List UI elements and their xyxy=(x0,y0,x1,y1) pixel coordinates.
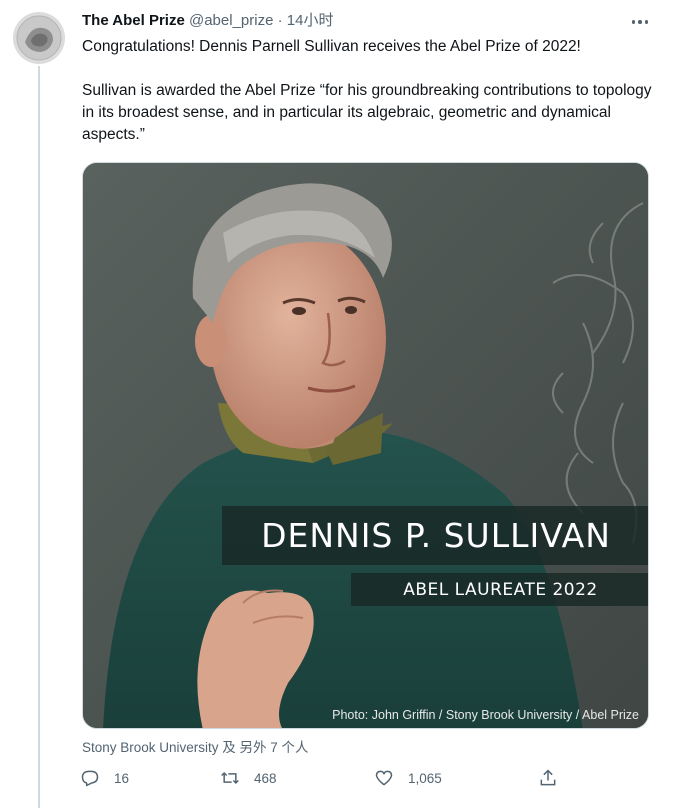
retweet-icon xyxy=(221,771,239,785)
photo-credit: Photo: John Griffin / Stony Brook Univer… xyxy=(332,708,639,722)
avatar[interactable] xyxy=(13,12,65,64)
retweet-count: 468 xyxy=(254,770,277,786)
more-icon[interactable] xyxy=(628,14,652,30)
tweet-text: Congratulations! Dennis Parnell Sullivan… xyxy=(82,36,657,146)
separator-dot: · xyxy=(277,12,283,29)
reply-icon xyxy=(81,770,99,787)
tweet-actions: 16 468 1,065 xyxy=(80,764,580,792)
share-button[interactable] xyxy=(538,764,572,792)
tweet-paragraph-2: Sullivan is awarded the Abel Prize “for … xyxy=(82,82,652,143)
retweet-button[interactable]: 468 xyxy=(220,764,277,792)
thread-line xyxy=(38,66,40,808)
name-banner: DENNIS P. SULLIVAN xyxy=(222,506,648,565)
tweet-paragraph-1: Congratulations! Dennis Parnell Sullivan… xyxy=(82,38,581,55)
author-handle[interactable]: @abel_prize xyxy=(189,12,273,29)
tagged-people-link[interactable]: Stony Brook University 及 另外 7 个人 xyxy=(82,736,309,756)
like-count: 1,065 xyxy=(408,770,442,786)
reply-count: 16 xyxy=(114,770,130,786)
tweet-photo[interactable]: DENNIS P. SULLIVAN ABEL LAUREATE 2022 Ph… xyxy=(82,162,649,729)
timestamp[interactable]: 14小时 xyxy=(287,12,334,29)
portrait-illustration xyxy=(83,163,648,728)
share-icon xyxy=(540,769,556,786)
tweet-header: The Abel Prize @abel_prize · 14小时 xyxy=(82,11,634,31)
laureate-banner: ABEL LAUREATE 2022 xyxy=(351,573,648,606)
like-button[interactable]: 1,065 xyxy=(374,764,442,792)
reply-button[interactable]: 16 xyxy=(80,764,129,792)
tweet: The Abel Prize @abel_prize · 14小时 Congra… xyxy=(0,0,674,808)
heart-icon xyxy=(375,770,393,786)
author-name[interactable]: The Abel Prize xyxy=(82,12,185,29)
